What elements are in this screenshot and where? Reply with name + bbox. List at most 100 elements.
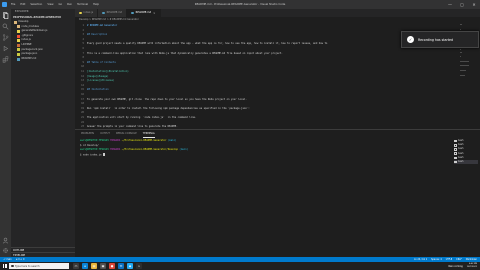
menu-help[interactable]: Help — [93, 3, 99, 6]
clock[interactable]: 6:02 PM 10/7/2021 — [467, 263, 477, 268]
json-file-icon — [17, 52, 20, 56]
minimap-line — [460, 69, 467, 71]
taskbar-search[interactable]: Type here to search — [9, 263, 69, 269]
run-debug-icon[interactable] — [2, 45, 9, 52]
menu-view[interactable]: View — [47, 3, 53, 6]
source-control-icon[interactable] — [2, 34, 9, 41]
activity-bar — [0, 9, 11, 257]
minimap-line — [460, 49, 462, 51]
js-file-icon — [17, 29, 20, 33]
terminal-line: $ node index.js — [80, 152, 446, 158]
menu-run[interactable]: Run — [67, 3, 72, 6]
minimap-line — [460, 65, 470, 67]
js-file-icon — [79, 11, 82, 15]
mail-icon[interactable]: ✉ — [118, 263, 124, 269]
title-bar: File Edit Selection View Go Run Terminal… — [0, 0, 480, 9]
tab-label: index.js — [83, 11, 94, 14]
accounts-icon[interactable] — [2, 237, 9, 244]
maximize-button[interactable]: ▢ — [456, 0, 468, 9]
terminal-icon[interactable]: > — [136, 263, 142, 269]
panel-tabs: PROBLEMS OUTPUT DEBUG CONSOLE TERMINAL — [75, 130, 480, 138]
settings-gear-icon[interactable] — [2, 247, 9, 254]
cursor-position[interactable]: Ln 24, Col 1 — [414, 258, 427, 261]
menu-selection[interactable]: Selection — [30, 3, 42, 6]
terminal-output[interactable]: ewil@DESKTOP-TE9GS45 MINGW64 ~/Professio… — [80, 139, 446, 157]
terminal-icon — [454, 160, 457, 164]
js-file-icon — [17, 39, 20, 43]
terminal-icon — [454, 152, 457, 155]
file-explorer-icon[interactable]: ▤ — [91, 263, 97, 269]
window-controls: — ▢ ✕ — [444, 0, 480, 9]
extensions-icon[interactable] — [2, 56, 9, 63]
date: 10/7/2021 — [466, 266, 477, 268]
folder-icon — [14, 20, 17, 24]
minimap-line — [460, 24, 462, 25]
menu-edit[interactable]: Edit — [20, 3, 25, 6]
json-file-icon — [17, 48, 20, 52]
tab-index-js[interactable]: index.js — [75, 9, 99, 17]
terminal-instance[interactable]: bash — [454, 159, 478, 165]
explorer-icon[interactable] — [2, 12, 9, 19]
task-view-icon[interactable]: ▭ — [73, 263, 79, 269]
taskbar-apps: ▭ e ▤ ▣ ● ✉ ◆ > — [73, 263, 142, 269]
store-icon[interactable]: ▣ — [100, 263, 106, 269]
indentation[interactable]: Spaces: 4 — [431, 258, 442, 261]
panel-tab[interactable]: DEBUG CONSOLE — [116, 130, 137, 138]
chrome-icon[interactable]: ● — [109, 263, 115, 269]
terminal-prompt-user: ewil@DESKTOP-TE9GS45 — [80, 139, 109, 142]
panel-tab[interactable]: OUTPUT — [100, 130, 110, 138]
tab-label: README.md — [106, 11, 123, 14]
sidebar-sections: OUTLINE TIMELINE — [11, 247, 75, 257]
minimize-button[interactable]: — — [444, 0, 456, 9]
terminal-prompt-shell: MINGW64 — [110, 139, 121, 142]
menu-terminal[interactable]: Terminal — [77, 3, 88, 6]
terminal-prompt-user: ewil@DESKTOP-TE9GS45 — [80, 148, 109, 152]
minimap-line — [460, 56, 462, 58]
terminal-list: bash bash bash bash bash bash — [454, 139, 478, 165]
menu-file[interactable]: File — [11, 3, 15, 6]
terminal-prompt-branch: (main) — [179, 148, 189, 152]
close-window-button[interactable]: ✕ — [468, 0, 480, 9]
tab-label: README.md — [135, 11, 152, 14]
git-branch-status[interactable]: ⎇ main — [3, 258, 12, 261]
search-icon[interactable] — [2, 23, 9, 30]
search-placeholder: Type here to search — [15, 264, 40, 268]
markdown-file-icon — [102, 11, 105, 15]
terminal-icon — [454, 144, 457, 147]
panel-tab[interactable]: PROBLEMS — [81, 130, 94, 138]
language-mode[interactable]: Markdown — [466, 258, 477, 261]
terminal-cursor — [103, 152, 105, 157]
menu-go[interactable]: Go — [58, 3, 62, 6]
minimap-line — [460, 28, 462, 30]
problems-status[interactable]: ⊗ 0 ⚠ 0 — [16, 258, 25, 261]
tab-readme-md[interactable]: README.md — [98, 9, 128, 17]
line-endings[interactable]: CRLF — [456, 258, 462, 261]
minimap-line — [460, 74, 466, 76]
terminal-prompt-path: ~/Professional-README-Generator — [121, 139, 167, 142]
file-tree: Develop node_modules generateMarkdown.js .g… — [11, 20, 75, 61]
tab-readme-md-active[interactable]: README.md × — [127, 9, 161, 17]
file-tree-item[interactable]: README.md — [11, 57, 75, 62]
minimap-line — [460, 60, 470, 62]
system-tray: Rain coming 6:02 PM 10/7/2021 — [449, 262, 478, 270]
windows-start-icon[interactable] — [0, 262, 9, 270]
bottom-panel: PROBLEMS OUTPUT DEBUG CONSOLE TERMINAL ewil… — [75, 129, 480, 257]
license-file-icon — [17, 43, 20, 47]
vscode-icon[interactable]: ◆ — [127, 263, 133, 269]
edge-icon[interactable]: e — [82, 263, 88, 269]
terminal-instance-label: bash — [458, 159, 464, 163]
notification-text: Recording has started — [418, 37, 454, 42]
minimap-line — [460, 51, 462, 53]
encoding[interactable]: UTF-8 — [446, 258, 452, 261]
recording-notification[interactable]: ✓ Recording has started — [401, 31, 479, 48]
terminal-prompt-branch: (main) — [167, 139, 177, 142]
terminal-prompt-path: ~/Professional-README-Generator/Develop — [121, 148, 178, 152]
close-tab-icon[interactable]: × — [153, 9, 155, 17]
panel-tab[interactable]: TERMINAL — [142, 130, 155, 138]
vscode-logo-icon — [0, 0, 9, 9]
checkmark-icon: ✓ — [407, 36, 414, 43]
git-file-icon — [17, 34, 20, 38]
file-tree-item-label: README.md — [21, 56, 37, 60]
terminal-icon — [454, 139, 457, 143]
weather-widget[interactable]: Rain coming — [449, 265, 463, 268]
